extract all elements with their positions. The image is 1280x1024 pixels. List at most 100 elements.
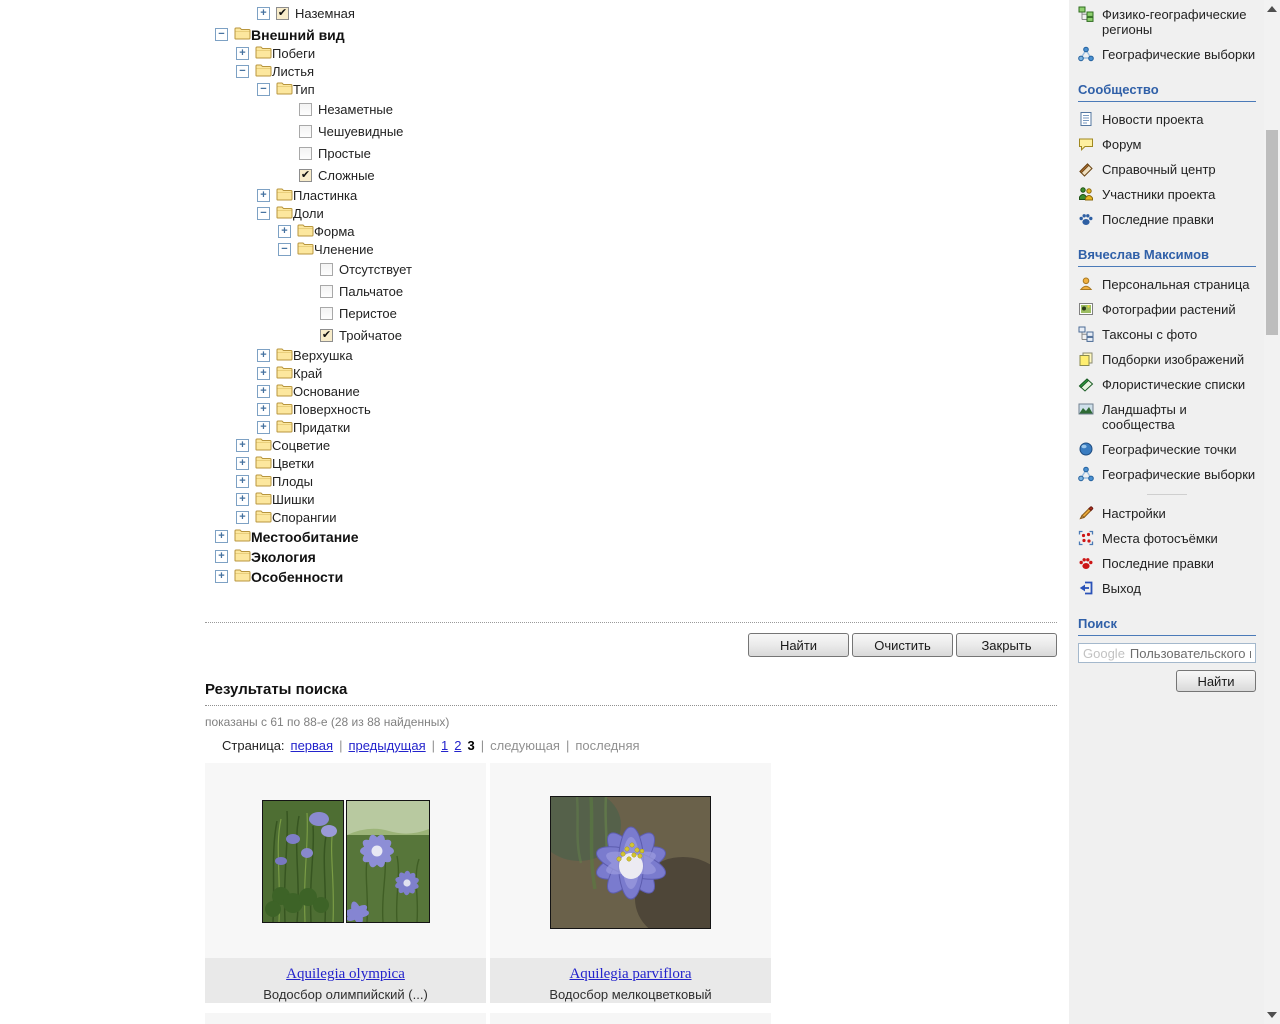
sidebar-item[interactable]: Географические выборки xyxy=(1078,42,1256,67)
expand-toggle[interactable]: + xyxy=(257,6,270,20)
sidebar-item[interactable]: Форум xyxy=(1078,132,1256,157)
folder-icon xyxy=(234,528,251,545)
expand-toggle[interactable]: + xyxy=(236,492,249,506)
sidebar-item-label: Участники проекта xyxy=(1102,187,1216,202)
sidebar-item[interactable]: Географические выборки xyxy=(1078,462,1256,487)
find-button[interactable]: Найти xyxy=(748,633,849,657)
sidebar-find-button[interactable]: Найти xyxy=(1176,670,1256,692)
sidebar-item-label: Форум xyxy=(1102,137,1142,152)
scroll-up-arrow[interactable] xyxy=(1267,6,1277,12)
folder-icon xyxy=(297,241,314,258)
sidebar-item[interactable]: Физико-географические регионы xyxy=(1078,2,1256,42)
close-button[interactable]: Закрыть xyxy=(956,633,1057,657)
tree-checkbox[interactable] xyxy=(299,102,312,116)
page-link[interactable]: 1 xyxy=(441,738,448,753)
sidebar-item[interactable]: Новости проекта xyxy=(1078,107,1256,132)
sidebar-item[interactable]: Последние правки xyxy=(1078,207,1256,232)
sidebar-item[interactable]: Фотографии растений xyxy=(1078,297,1256,322)
expand-toggle[interactable]: + xyxy=(236,46,249,60)
sidebar-item[interactable]: Справочный центр xyxy=(1078,157,1256,182)
page-label: Страница: xyxy=(222,738,285,753)
folder-icon xyxy=(255,63,272,80)
result-card: Aquilegia olympica Водосбор олимпийский (… xyxy=(205,763,486,1003)
plant-photo-thumbnail[interactable] xyxy=(261,800,344,923)
sidebar-item[interactable]: Настройки xyxy=(1078,501,1256,526)
collapse-toggle[interactable]: − xyxy=(257,82,270,96)
expand-toggle[interactable]: + xyxy=(257,188,270,202)
expand-toggle[interactable]: + xyxy=(236,456,249,470)
expand-toggle[interactable]: + xyxy=(278,224,291,238)
collapse-toggle[interactable]: − xyxy=(236,64,249,78)
geo-selection-icon xyxy=(1078,466,1094,482)
expand-toggle[interactable]: + xyxy=(257,402,270,416)
geo-selection-icon xyxy=(1078,46,1094,62)
tree-node: + Местообитание xyxy=(0,526,1069,546)
sidebar-section-title: Вячеслав Максимов xyxy=(1078,247,1256,267)
search-input[interactable] xyxy=(1129,645,1251,661)
tree-node-label: Пластинка xyxy=(293,188,358,203)
collapse-toggle[interactable]: − xyxy=(215,27,228,41)
scroll-down-arrow[interactable] xyxy=(1267,1012,1277,1018)
page-link[interactable]: предыдущая xyxy=(348,738,425,753)
tree-checkbox[interactable] xyxy=(320,262,333,276)
expand-toggle[interactable]: + xyxy=(215,569,228,583)
scrollbar-thumb[interactable] xyxy=(1266,130,1278,335)
sidebar-item[interactable]: Персональная страница xyxy=(1078,272,1256,297)
folder-icon xyxy=(276,383,293,400)
folder-icon xyxy=(234,548,251,565)
expand-toggle[interactable]: + xyxy=(257,348,270,362)
tree-checkbox[interactable]: ✔ xyxy=(299,168,312,182)
region-hierarchy-icon xyxy=(1078,6,1094,22)
sidebar-item[interactable]: Последние правки xyxy=(1078,551,1256,576)
settings-icon xyxy=(1078,505,1094,521)
expand-toggle[interactable]: + xyxy=(236,438,249,452)
sidebar-item-label: Справочный центр xyxy=(1102,162,1216,177)
clear-button[interactable]: Очистить xyxy=(852,633,953,657)
google-watermark: Google xyxy=(1083,645,1125,661)
plant-photo-thumbnail[interactable] xyxy=(344,800,430,925)
tree-checkbox[interactable]: ✔ xyxy=(276,6,289,20)
sidebar-item-label: Последние правки xyxy=(1102,556,1214,571)
collapse-toggle[interactable]: − xyxy=(257,206,270,220)
tree-node-label: Экология xyxy=(251,548,316,565)
tree-node: + Шишки xyxy=(0,490,1069,508)
sidebar-item[interactable]: Места фотосъёмки xyxy=(1078,526,1256,551)
tree-node-label: Сложные xyxy=(318,168,375,183)
vertical-scrollbar[interactable] xyxy=(1264,0,1280,1024)
tree-checkbox[interactable] xyxy=(299,124,312,138)
tree-node-label: Пальчатое xyxy=(339,284,404,299)
expand-toggle[interactable]: + xyxy=(236,510,249,524)
taxon-latin-link[interactable]: Aquilegia parviflora xyxy=(569,966,691,982)
expand-toggle[interactable]: + xyxy=(257,384,270,398)
pagination-separator: | xyxy=(480,738,485,753)
sidebar-item[interactable]: Географические точки xyxy=(1078,437,1256,462)
sidebar: Физико-географические регионы Географичес… xyxy=(1069,0,1264,1024)
sidebar-item-label: Флористические списки xyxy=(1102,377,1246,392)
tree-node-label: Тройчатое xyxy=(339,328,402,343)
tree-node-label: Спорангии xyxy=(272,510,337,525)
sidebar-item[interactable]: Флористические списки xyxy=(1078,372,1256,397)
pagination: Страница: первая | предыдущая | 1 2 3 | следующа… xyxy=(222,738,1057,753)
expand-toggle[interactable]: + xyxy=(215,529,228,543)
sidebar-item[interactable]: Таксоны с фото xyxy=(1078,322,1256,347)
taxon-latin-link[interactable]: Aquilegia olympica xyxy=(286,966,405,982)
sidebar-item[interactable]: Подборки изображений xyxy=(1078,347,1256,372)
collapse-toggle[interactable]: − xyxy=(278,242,291,256)
expand-toggle[interactable]: + xyxy=(215,549,228,563)
plant-photo-thumbnail[interactable] xyxy=(537,789,731,941)
page-link[interactable]: 2 xyxy=(454,738,461,753)
tree-node-label: Цветки xyxy=(272,456,315,471)
tree-checkbox[interactable] xyxy=(320,306,333,320)
sidebar-item[interactable]: Выход xyxy=(1078,576,1256,601)
expand-toggle[interactable]: + xyxy=(236,474,249,488)
tree-node: Чешуевидные xyxy=(0,120,1069,142)
sidebar-item-label: Места фотосъёмки xyxy=(1102,531,1218,546)
sidebar-item[interactable]: Ландшафты и сообщества xyxy=(1078,397,1256,437)
expand-toggle[interactable]: + xyxy=(257,420,270,434)
tree-checkbox[interactable] xyxy=(299,146,312,160)
tree-checkbox[interactable]: ✔ xyxy=(320,328,333,342)
expand-toggle[interactable]: + xyxy=(257,366,270,380)
sidebar-item[interactable]: Участники проекта xyxy=(1078,182,1256,207)
tree-checkbox[interactable] xyxy=(320,284,333,298)
page-link[interactable]: первая xyxy=(291,738,334,753)
